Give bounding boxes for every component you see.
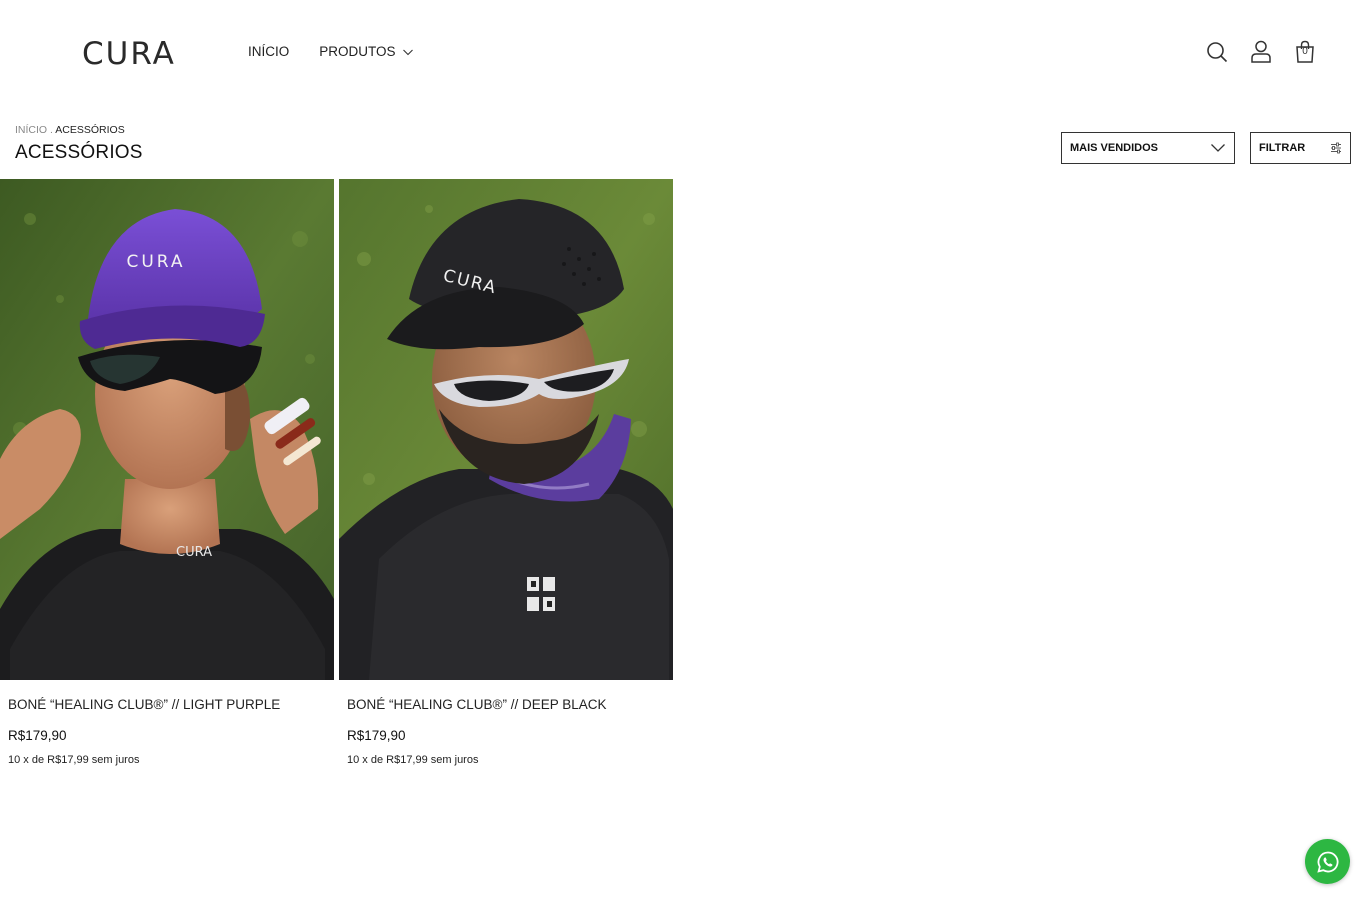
product-image[interactable]: CURA [339,179,673,680]
breadcrumb-current: ACESSÓRIOS [55,124,125,136]
filter-button-label: FILTRAR [1259,142,1306,154]
page-title: ACESSÓRIOS [15,142,143,163]
breadcrumb-separator: . [50,124,53,136]
nav-item-inicio-label: INÍCIO [248,44,290,59]
cap-logo-text: CURA [126,252,185,272]
user-icon [1251,40,1271,63]
breadcrumb: INÍCIO . ACESSÓRIOS [15,124,125,136]
product-card[interactable]: CURA BONÉ “HEALING CLUB®” // DEEP BLACK … [339,179,673,766]
search-button[interactable] [1205,40,1229,64]
whatsapp-button[interactable] [1305,839,1350,884]
product-installments: 10 x de R$17,99 sem juros [347,754,479,766]
product-name[interactable]: BONÉ “HEALING CLUB®” // DEEP BLACK [347,697,607,712]
product-card[interactable]: CURA CURA BONÉ “HEALING CLUB®” // LIGHT … [0,179,334,766]
nav-item-produtos[interactable]: PRODUTOS [319,44,413,59]
product-price: R$179,90 [8,728,67,743]
product-price: R$179,90 [347,728,406,743]
product-photo-black-cap: CURA [339,179,673,680]
product-name[interactable]: BONÉ “HEALING CLUB®” // LIGHT PURPLE [8,697,280,712]
chevron-down-icon [1211,144,1225,152]
product-image[interactable]: CURA CURA [0,179,334,680]
sort-select-label: MAIS VENDIDOS [1070,142,1159,154]
chevron-down-icon [402,49,413,55]
sliders-icon [1331,142,1341,154]
site-logo[interactable]: CURA [82,36,176,72]
filter-button[interactable]: FILTRAR [1250,132,1351,164]
sort-select[interactable]: MAIS VENDIDOS [1061,132,1235,164]
product-photo-purple-cap: CURA CURA [0,179,334,680]
shirt-logo-text: CURA [176,545,212,560]
cart-count-badge: 0 [1302,46,1308,57]
nav-item-produtos-label: PRODUTOS [319,44,396,59]
whatsapp-icon [1316,851,1338,873]
search-icon [1207,42,1228,63]
nav-item-inicio[interactable]: INÍCIO [248,44,289,59]
header-icons: 0 [1205,40,1317,64]
site-header: CURA INÍCIO PRODUTOS 0 [0,0,1366,105]
product-installments: 10 x de R$17,99 sem juros [8,754,140,766]
main-nav: INÍCIO PRODUTOS [248,44,414,59]
account-button[interactable] [1249,40,1273,64]
cart-button[interactable]: 0 [1293,40,1317,64]
breadcrumb-home-link[interactable]: INÍCIO [15,124,47,136]
